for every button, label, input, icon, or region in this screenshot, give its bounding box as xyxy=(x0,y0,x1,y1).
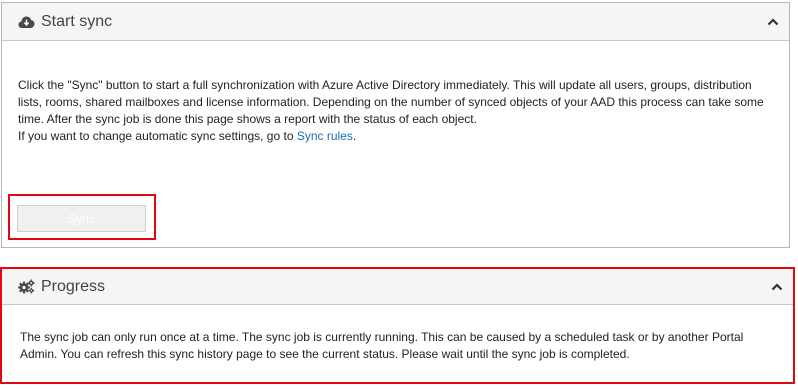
sync-settings-hint-prefix: If you want to change automatic sync set… xyxy=(18,129,297,143)
sync-description: Click the "Sync" button to start a full … xyxy=(18,77,778,145)
chevron-up-icon xyxy=(771,282,783,290)
start-sync-header[interactable]: Start sync xyxy=(2,3,789,41)
cloud-download-icon xyxy=(18,13,35,30)
chevron-up-icon xyxy=(767,17,779,25)
sync-button[interactable]: Sync xyxy=(17,205,146,232)
progress-message: The sync job can only run once at a time… xyxy=(20,330,744,361)
progress-title: Progress xyxy=(41,277,106,295)
progress-panel: Progress The sync job can only run once … xyxy=(0,267,795,384)
start-sync-title: Start sync xyxy=(41,12,113,30)
sync-settings-hint-suffix: . xyxy=(352,129,357,143)
progress-header[interactable]: Progress xyxy=(2,269,793,305)
collapse-start-sync-button[interactable] xyxy=(765,14,781,30)
sync-rules-link[interactable]: Sync rules xyxy=(297,129,353,143)
collapse-progress-button[interactable] xyxy=(769,279,785,295)
sync-settings-hint: If you want to change automatic sync set… xyxy=(18,128,778,145)
gears-icon xyxy=(18,278,35,295)
sync-description-paragraph: Click the "Sync" button to start a full … xyxy=(18,78,764,126)
